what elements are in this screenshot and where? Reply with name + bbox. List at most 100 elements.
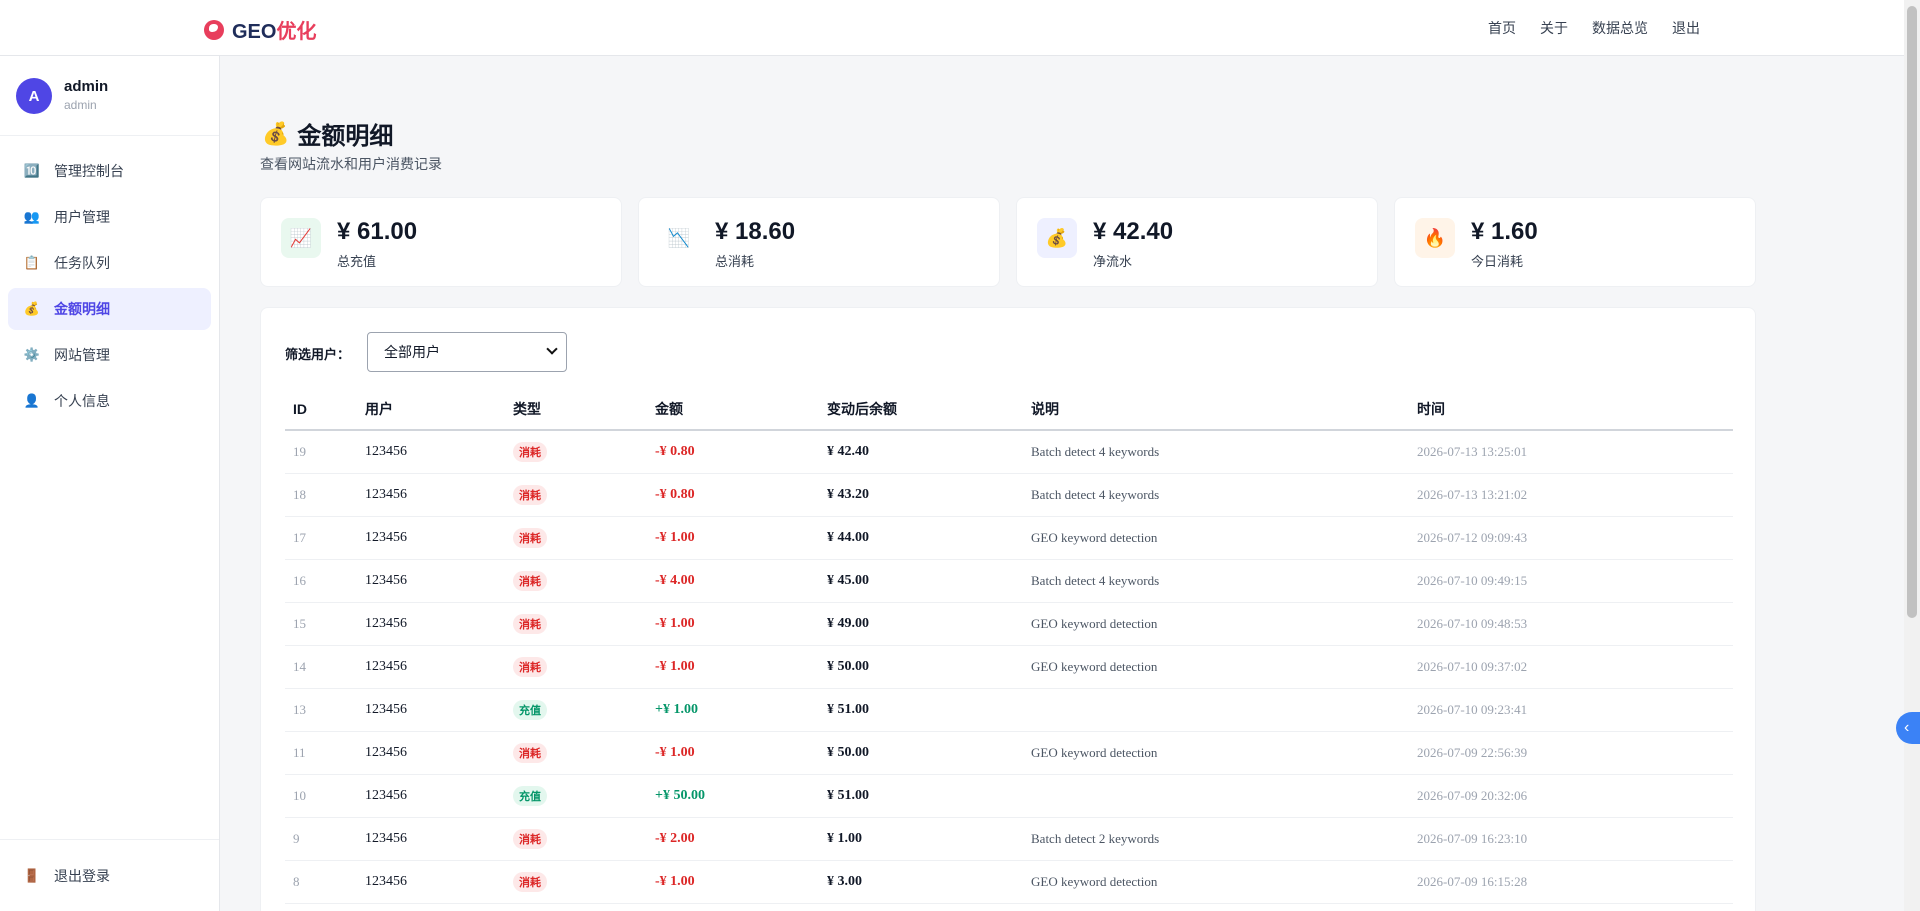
cell-time: 2026-07-09 22:56:39 [1409, 731, 1733, 775]
cell-user: 123456 [357, 860, 505, 904]
cell-balance: ¥ 51.00 [819, 688, 1023, 732]
cell-amount: -¥ 1.00 [647, 645, 819, 689]
side-panel-toggle[interactable]: ‹ [1896, 712, 1920, 744]
brand-name-main: GEO [232, 21, 277, 43]
column-header-balance: 变动后余额 [819, 388, 1023, 431]
type-badge: 消耗 [513, 871, 547, 892]
sidebar-item-profile[interactable]: 👤 个人信息 [8, 380, 211, 422]
cell-description [1023, 688, 1409, 732]
table-header-row: ID 用户 类型 金额 变动后余额 说明 时间 [285, 388, 1733, 431]
cell-time: 2026-07-09 16:15:28 [1409, 860, 1733, 904]
type-badge: 充值 [513, 785, 547, 806]
stat-value: ¥ 18.60 [715, 218, 796, 245]
cell-time: 2026-07-10 09:37:02 [1409, 645, 1733, 689]
type-badge: 充值 [513, 699, 547, 720]
stat-card-total-recharge: 📈 ¥ 61.00 总充值 [260, 197, 622, 287]
table-row: 16 123456 消耗 -¥ 4.00 ¥ 45.00 Batch detect 4 k… [285, 559, 1733, 603]
cell-description [1023, 774, 1409, 818]
sidebar-item-dashboard[interactable]: 🔟 管理控制台 [8, 150, 211, 192]
cell-id: 8 [285, 860, 357, 904]
sidebar-item-label: 个人信息 [54, 393, 110, 409]
nav-link-home[interactable]: 首页 [1488, 18, 1516, 38]
cell-amount: -¥ 4.00 [647, 559, 819, 603]
fire-icon: 🔥 [1415, 218, 1455, 258]
stat-card-net-flow: 💰 ¥ 42.40 净流水 [1016, 197, 1378, 287]
stat-label: 净流水 [1093, 254, 1133, 269]
cell-balance: ¥ 45.00 [819, 559, 1023, 603]
cell-balance: ¥ 51.00 [819, 774, 1023, 818]
page-scrollbar[interactable] [1904, 0, 1920, 911]
cell-amount: +¥ 1.00 [647, 688, 819, 732]
sidebar-item-tasks[interactable]: 📋 任务队列 [8, 242, 211, 284]
sidebar-item-sites[interactable]: ⚙️ 网站管理 [8, 334, 211, 376]
chart-down-icon: 📉 [659, 218, 699, 258]
avatar[interactable]: A [16, 78, 52, 114]
sidebar: A admin admin 🔟 管理控制台 👥 用户管理 📋 任务队列 💰 金额… [0, 56, 220, 911]
stat-value: ¥ 1.60 [1471, 218, 1538, 245]
logout-button[interactable]: 🚪 退出登录 [0, 839, 219, 911]
scrollbar-thumb[interactable] [1907, 6, 1917, 618]
brand-name-accent: 优化 [276, 21, 317, 43]
user-profile: A admin admin [0, 56, 219, 136]
cell-user: 123456 [357, 516, 505, 560]
clipboard-icon: 📋 [23, 255, 41, 270]
cell-type: 充值 [505, 688, 647, 732]
user-filter-select[interactable]: 全部用户 [367, 332, 567, 372]
type-badge: 消耗 [513, 441, 547, 462]
cell-balance: ¥ 49.00 [819, 602, 1023, 646]
cell-type: 消耗 [505, 473, 647, 517]
cell-description: Batch detect 4 keywords [1023, 473, 1409, 517]
cell-user: 123456 [357, 645, 505, 689]
cell-user: 123456 [357, 688, 505, 732]
cell-type: 消耗 [505, 817, 647, 861]
cell-type: 消耗 [505, 860, 647, 904]
filter-label: 筛选用户： [285, 347, 351, 362]
cell-description: GEO keyword detection [1023, 516, 1409, 560]
user-filter-value: 全部用户 [384, 344, 440, 360]
chart-up-icon: 📈 [281, 218, 321, 258]
cell-user: 123456 [357, 602, 505, 646]
table-row: 9 123456 消耗 -¥ 2.00 ¥ 1.00 Batch detect 2 key… [285, 817, 1733, 861]
transactions-table: ID 用户 类型 金额 变动后余额 说明 时间 19 123456 消耗 -¥ 0.8… [285, 388, 1733, 904]
type-badge: 消耗 [513, 484, 547, 505]
cell-time: 2026-07-12 09:09:43 [1409, 516, 1733, 560]
logout-label: 退出登录 [54, 867, 110, 884]
brand-logo[interactable]: GEO优化 [204, 15, 316, 44]
chevron-left-icon: ‹ [1904, 719, 1910, 736]
cell-type: 消耗 [505, 430, 647, 474]
column-header-user: 用户 [357, 388, 505, 431]
nav-link-overview[interactable]: 数据总览 [1592, 18, 1648, 38]
nav-link-exit[interactable]: 退出 [1672, 18, 1700, 38]
cell-id: 9 [285, 817, 357, 861]
cell-description: GEO keyword detection [1023, 602, 1409, 646]
cell-time: 2026-07-10 09:49:15 [1409, 559, 1733, 603]
stat-label: 今日消耗 [1471, 254, 1524, 269]
cell-id: 17 [285, 516, 357, 560]
table-body: 19 123456 消耗 -¥ 0.80 ¥ 42.40 Batch detect 4 k… [285, 430, 1733, 904]
cell-description: GEO keyword detection [1023, 731, 1409, 775]
type-badge: 消耗 [513, 570, 547, 591]
cell-type: 消耗 [505, 645, 647, 689]
table-row: 15 123456 消耗 -¥ 1.00 ¥ 49.00 GEO keyword dete… [285, 602, 1733, 646]
type-badge: 消耗 [513, 742, 547, 763]
cell-description: Batch detect 4 keywords [1023, 559, 1409, 603]
money-bag-icon: 💰 [1037, 218, 1077, 258]
cell-balance: ¥ 43.20 [819, 473, 1023, 517]
cell-user: 123456 [357, 774, 505, 818]
column-header-amount: 金额 [647, 388, 819, 431]
cell-amount: -¥ 1.00 [647, 731, 819, 775]
sidebar-item-amount-details[interactable]: 💰 金额明细 [8, 288, 211, 330]
cell-id: 15 [285, 602, 357, 646]
transactions-card: 筛选用户： 全部用户 ID 用户 类型 金额 变动后余额 说明 时间 19 123… [260, 307, 1756, 911]
sidebar-item-label: 用户管理 [54, 209, 110, 225]
globe-icon [204, 19, 224, 40]
nav-link-about[interactable]: 关于 [1540, 18, 1568, 38]
page-title-text: 金额明细 [297, 123, 394, 150]
gear-icon: ⚙️ [23, 347, 41, 362]
sidebar-item-label: 金额明细 [54, 301, 110, 317]
cell-type: 消耗 [505, 559, 647, 603]
top-navbar: GEO优化 首页 关于 数据总览 退出 [0, 0, 1904, 56]
sidebar-item-users[interactable]: 👥 用户管理 [8, 196, 211, 238]
cell-amount: -¥ 0.80 [647, 473, 819, 517]
brand-name: GEO优化 [232, 15, 316, 44]
